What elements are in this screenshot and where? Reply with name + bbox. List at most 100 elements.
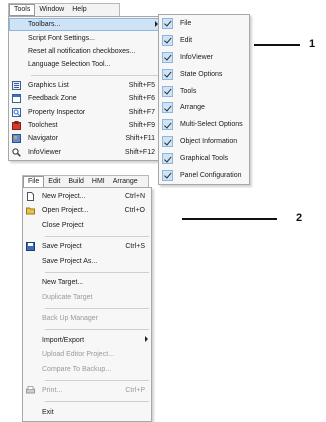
tools-menu-item[interactable]: Script Font Settings... [9, 31, 161, 44]
menu-item-label: Graphics List [28, 81, 69, 89]
menu-separator [31, 74, 159, 76]
menu-item-shortcut: Ctrl+O [124, 207, 145, 215]
callout-number-2: 2 [296, 212, 303, 224]
file-menu-item[interactable]: Close Project [23, 218, 151, 233]
submenu-arrow-icon [145, 336, 148, 342]
toolbar-toggle-item[interactable]: Arrange [159, 99, 249, 116]
menu-item-shortcut: Shift+F6 [128, 95, 155, 103]
file-menu-item: Back Up Manager [23, 312, 151, 327]
menu-item-label: Property Inspector [28, 108, 86, 116]
menu-item-label: New Project... [42, 192, 86, 200]
menu-item-label: Script Font Settings... [28, 34, 95, 42]
toolbar-toggle-item[interactable]: Object Information [159, 133, 249, 150]
toolbar-label: Multi-Select Options [180, 121, 243, 129]
menu-item-label: Compare To Backup... [42, 365, 112, 373]
toolbar-label: State Options [180, 70, 223, 78]
menu-icon-slot [9, 58, 23, 71]
checkmark-icon [159, 51, 175, 64]
menu-item-shortcut: Ctrl+N [124, 192, 145, 200]
toolbar-toggle-item[interactable]: Edit [159, 32, 249, 49]
toolbar-toggle-item[interactable]: Tools [159, 83, 249, 100]
toolbar-label: Arrange [180, 104, 205, 112]
tools-menu-item[interactable]: Reset all notification checkboxes... [9, 45, 161, 58]
menu-icon-slot [23, 348, 37, 361]
menu-icon-slot [23, 312, 37, 325]
graphics-list-icon [9, 79, 23, 92]
menu-icon-slot [23, 406, 37, 419]
toolbar-toggle-item[interactable]: State Options [159, 66, 249, 83]
file-menu-item[interactable]: Open Project... Ctrl+O [23, 204, 151, 219]
property-inspector-icon [9, 106, 23, 119]
menu-item-shortcut: Shift+F9 [128, 121, 155, 129]
menu-icon-slot [23, 334, 37, 347]
file-menu-item: Print... Ctrl+P [23, 384, 151, 399]
menu-item-label: Import/Export [42, 336, 85, 344]
tools-menu-item[interactable]: Language Selection Tool... [9, 58, 161, 71]
new-project-icon [23, 190, 37, 203]
toolbar-label: File [180, 19, 192, 27]
menu-icon-slot [9, 18, 23, 31]
menu-icon-slot [23, 291, 37, 304]
menu-item-shortcut: Ctrl+P [125, 387, 145, 395]
menu-separator [45, 235, 149, 237]
menu-window[interactable]: Window [35, 4, 68, 16]
tools-menu-item[interactable]: Property Inspector Shift+F7 [9, 105, 161, 118]
checkmark-icon [159, 135, 175, 148]
infoviewer-icon [9, 146, 23, 159]
file-menu-item[interactable]: Import/Export [23, 333, 151, 348]
menu-icon-slot [23, 255, 37, 268]
menu-item-label: Save Project As... [42, 257, 98, 265]
toolbar-toggle-item[interactable]: Graphical Tools [159, 150, 249, 167]
menu-separator [45, 329, 149, 330]
open-project-icon [23, 204, 37, 217]
callout-line-1 [254, 44, 300, 46]
checkmark-icon [159, 34, 175, 47]
file-menu-item[interactable]: New Target... [23, 276, 151, 291]
menu-item-shortcut: Shift+F11 [125, 135, 155, 143]
menu-icon-slot [23, 276, 37, 289]
toolbar-toggle-item[interactable]: InfoViewer [159, 49, 249, 66]
tools-menu-item[interactable]: Toolbars... [9, 18, 161, 32]
toolbar-toggle-item[interactable]: File [159, 15, 249, 32]
toolbar-toggle-item[interactable]: Multi-Select Options [159, 116, 249, 133]
checkmark-icon [159, 68, 175, 81]
callout-number-1: 1 [309, 38, 316, 50]
toolchest-icon [9, 119, 23, 132]
file-menu: New Project... Ctrl+N Open Project... Ctrl+… [22, 187, 152, 422]
file-menu-item[interactable]: Save Project As... [23, 254, 151, 269]
menu-icon-slot [23, 363, 37, 376]
tools-menu-item[interactable]: InfoViewer Shift+F12 [9, 146, 161, 159]
menu-item-label: Navigator [28, 135, 58, 143]
toolbar-label: Object Information [180, 138, 238, 146]
menu-item-label: New Target... [42, 279, 84, 287]
menu-separator [45, 307, 149, 309]
toolbars-submenu: File Edit InfoViewer State Options Tools Arra… [158, 14, 250, 185]
menu-item-label: Open Project... [42, 207, 89, 215]
tools-menu-item[interactable]: Navigator Shift+F11 [9, 132, 161, 145]
menu-item-label: Save Project [42, 243, 82, 251]
tools-menu-item[interactable]: Toolchest Shift+F9 [9, 119, 161, 132]
menu-separator [45, 271, 149, 273]
file-menu-item[interactable]: Save Project Ctrl+S [23, 240, 151, 255]
feedback-zone-icon [9, 92, 23, 105]
menu-item-shortcut: Shift+F12 [124, 148, 155, 156]
file-menu-item[interactable]: New Project... Ctrl+N [23, 189, 151, 204]
checkmark-icon [159, 17, 175, 30]
menu-separator [45, 379, 149, 381]
toolbar-label: Panel Configuration [180, 171, 242, 179]
menu-help[interactable]: Help [68, 4, 90, 16]
toolbar-toggle-item[interactable]: Panel Configuration [159, 167, 249, 184]
print-icon [23, 384, 37, 397]
menu-tools[interactable]: Tools [9, 4, 36, 16]
file-menu-item: Compare To Backup... [23, 362, 151, 377]
tools-menu-item[interactable]: Feedback Zone Shift+F6 [9, 92, 161, 105]
menu-item-label: Reset all notification checkboxes... [28, 47, 136, 55]
menu-item-label: Close Project [42, 221, 84, 229]
file-menu-item: Duplicate Target [23, 290, 151, 305]
file-menu-item[interactable]: Exit [23, 405, 151, 420]
menu-item-label: Print... [42, 387, 63, 395]
tools-menu-item[interactable]: Graphics List Shift+F5 [9, 79, 161, 92]
menu-item-label: InfoViewer [28, 148, 61, 156]
checkmark-icon [159, 85, 175, 98]
menu-item-shortcut: Shift+F7 [128, 108, 155, 116]
